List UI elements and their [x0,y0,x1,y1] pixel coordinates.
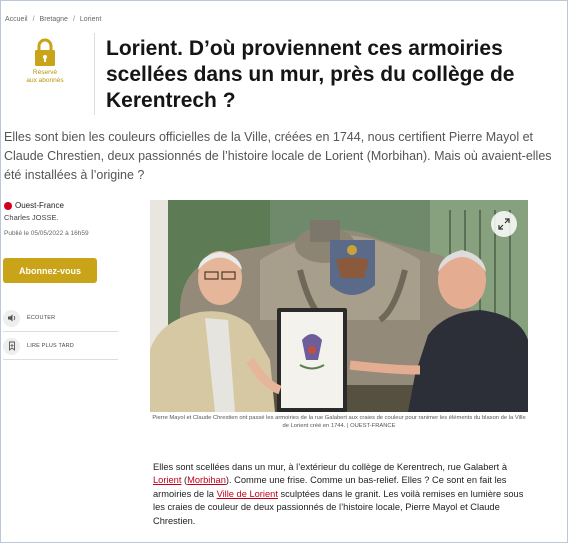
article-photo[interactable] [150,200,528,412]
source-name: Ouest-France [15,201,64,210]
premium-label-line2: aux abonnés [26,77,64,84]
article-title: Lorient. D’où proviennent ces armoiries … [106,37,515,112]
article-body: Elles sont scellées dans un mur, à l’ext… [153,461,533,528]
action-divider-bottom [3,359,118,360]
source-line: Ouest-France [4,201,124,210]
listen-label: ÉCOUTER [27,315,56,321]
ouest-france-logo-icon [4,201,12,210]
author-name: Charles JOSSE. [4,213,59,222]
publish-date: Publié le 05/05/2022 à 16h59 [4,230,89,237]
article-meta: Ouest-France Charles JOSSE. Publié le 05… [4,201,124,237]
read-later-button[interactable]: LIRE PLUS TARD [3,335,118,357]
breadcrumb-home[interactable]: Accueil [5,16,28,23]
bookmark-icon [3,337,20,355]
body-text-1: Elles sont scellées dans un mur, à l’ext… [153,462,507,472]
title-divider [94,33,95,115]
premium-badge: Réservé aux abonnés [4,33,86,117]
photo-illustration [150,200,528,412]
link-lorient[interactable]: Lorient [153,475,181,485]
photo-caption: Pierre Mayol et Claude Chrestien ont pas… [152,415,526,429]
read-later-label: LIRE PLUS TARD [27,343,74,349]
article-lead: Elles sont bien les couleurs officielles… [4,130,552,182]
breadcrumb-bretagne[interactable]: Bretagne [40,16,68,23]
premium-label-line1: Réservé [32,69,58,76]
breadcrumb-lorient[interactable]: Lorient [80,16,101,23]
action-divider [3,331,118,332]
expand-icon[interactable] [491,211,517,237]
listen-button[interactable]: ÉCOUTER [3,307,118,329]
breadcrumb: Accueil / Bretagne / Lorient [5,16,102,23]
lock-icon [35,38,55,66]
link-morbihan[interactable]: Morbihan [187,475,226,485]
link-ville-de-lorient[interactable]: Ville de Lorient [217,489,278,499]
subscribe-button[interactable]: Abonnez-vous [3,258,97,283]
speaker-icon [3,309,20,327]
